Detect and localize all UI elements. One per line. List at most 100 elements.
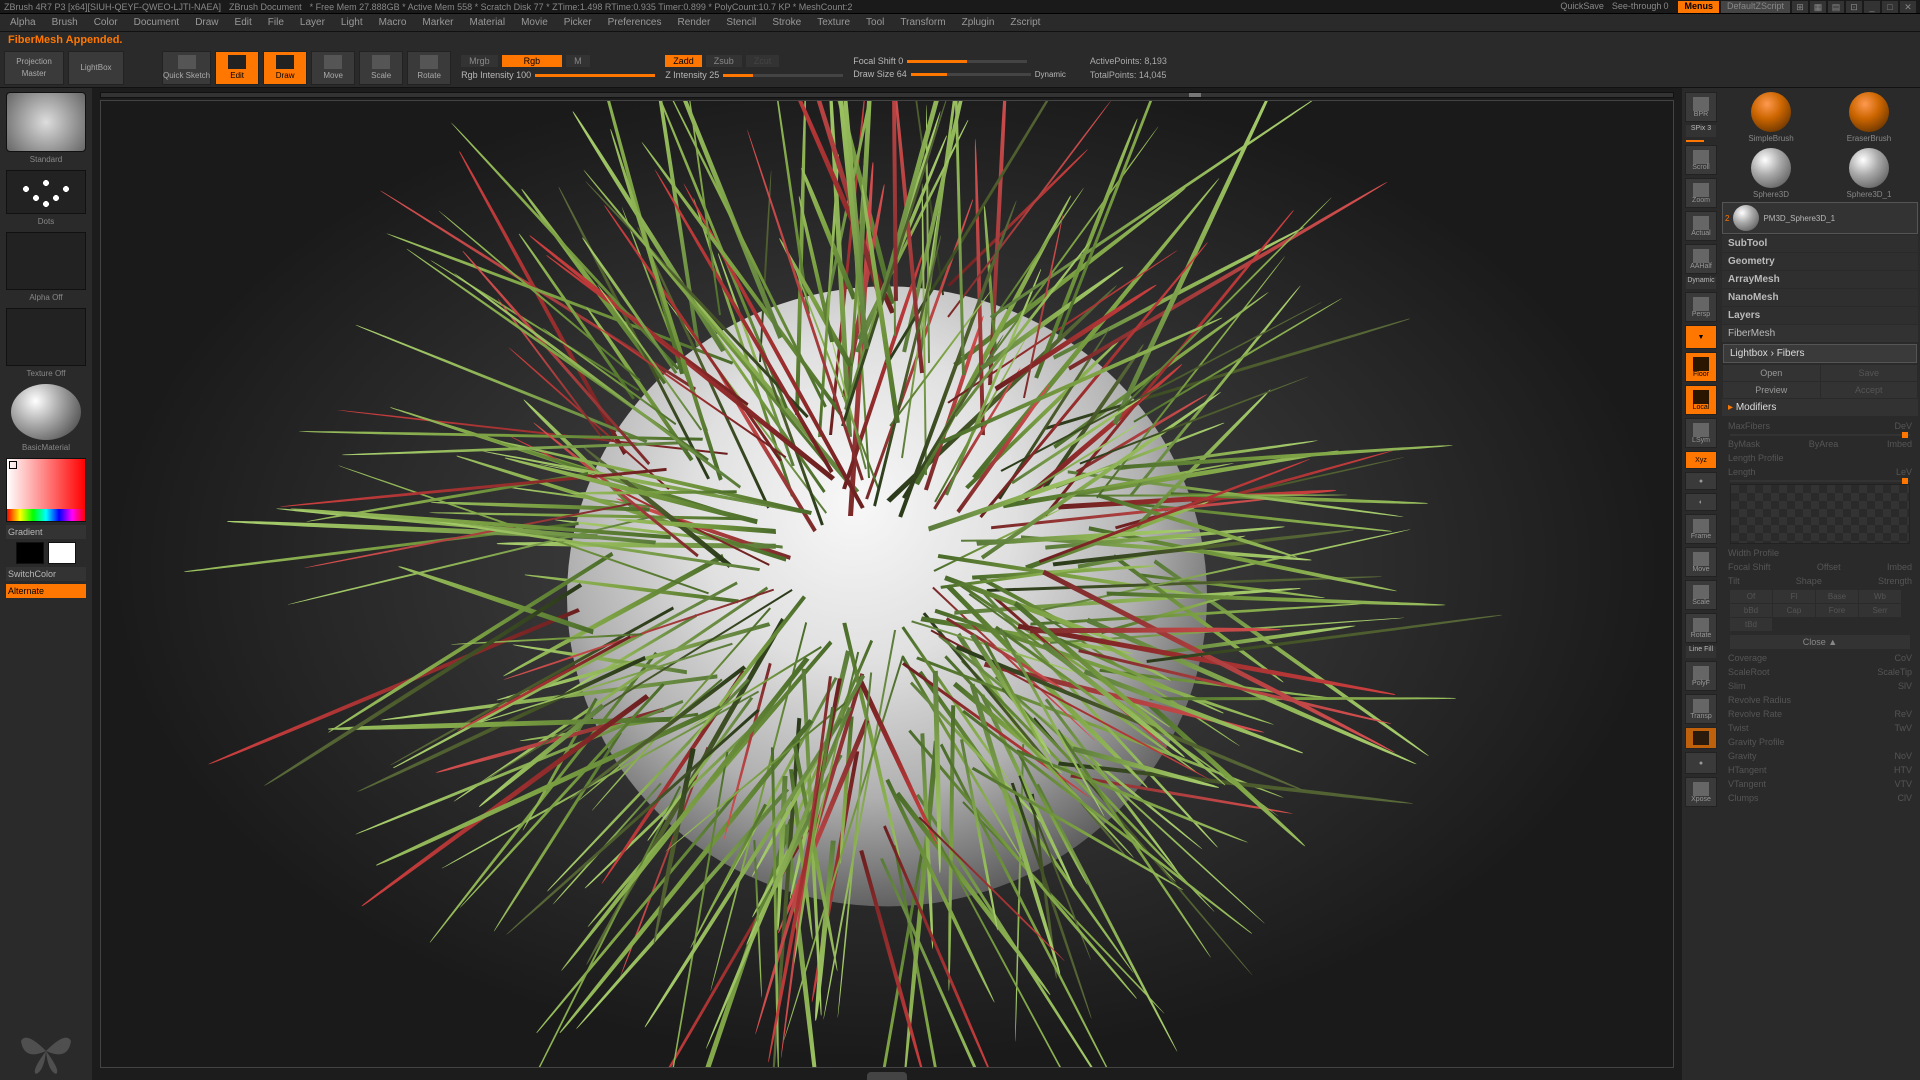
move-button-r[interactable]: Move bbox=[1685, 547, 1717, 577]
menu-zscript[interactable]: Zscript bbox=[1004, 17, 1046, 28]
accept-button[interactable]: Accept bbox=[1821, 382, 1918, 398]
zadd-button[interactable]: Zadd bbox=[665, 55, 702, 67]
scale-button-r[interactable]: Scale bbox=[1685, 580, 1717, 610]
zsub-button[interactable]: Zsub bbox=[706, 55, 742, 67]
texture-thumb[interactable] bbox=[6, 308, 86, 366]
menu-layer[interactable]: Layer bbox=[294, 17, 331, 28]
menu-stencil[interactable]: Stencil bbox=[720, 17, 762, 28]
eraserbrush-thumb[interactable]: EraserBrush bbox=[1841, 92, 1897, 143]
fill-button[interactable]: ◐ bbox=[1685, 493, 1717, 511]
sphere3d-thumb[interactable]: Sphere3D bbox=[1743, 148, 1799, 199]
cfg3-icon[interactable]: ▤ bbox=[1828, 1, 1844, 13]
lightbox-fibers-button[interactable]: Lightbox › Fibers bbox=[1723, 344, 1917, 363]
section-fibermesh[interactable]: FiberMesh bbox=[1722, 325, 1918, 342]
quicksave-button[interactable]: QuickSave bbox=[1554, 1, 1610, 13]
cfg1-icon[interactable]: ⊞ bbox=[1792, 1, 1808, 13]
maxfibers-slider[interactable] bbox=[1730, 434, 1910, 436]
zoom-button[interactable]: Zoom bbox=[1685, 178, 1717, 208]
gradient-button[interactable]: Gradient bbox=[6, 525, 86, 539]
menu-macro[interactable]: Macro bbox=[373, 17, 413, 28]
dot-button[interactable]: ● bbox=[1685, 472, 1717, 490]
menu-material[interactable]: Material bbox=[464, 17, 512, 28]
cap-btn[interactable]: Cap bbox=[1773, 604, 1815, 617]
menu-render[interactable]: Render bbox=[672, 17, 717, 28]
length-slider[interactable] bbox=[1730, 480, 1910, 482]
quick-sketch-button[interactable]: Quick Sketch bbox=[162, 51, 211, 85]
menu-stroke[interactable]: Stroke bbox=[766, 17, 807, 28]
menu-preferences[interactable]: Preferences bbox=[602, 17, 668, 28]
save-button[interactable]: Save bbox=[1821, 365, 1918, 381]
rgb-intensity-slider[interactable] bbox=[535, 74, 655, 77]
sphere3d1-thumb[interactable]: Sphere3D_1 bbox=[1841, 148, 1897, 199]
draw-size-slider[interactable] bbox=[911, 73, 1031, 76]
menu-alpha[interactable]: Alpha bbox=[4, 17, 42, 28]
menu-brush[interactable]: Brush bbox=[46, 17, 84, 28]
menu-movie[interactable]: Movie bbox=[515, 17, 554, 28]
switchcolor-button[interactable]: SwitchColor bbox=[6, 567, 86, 581]
brush-thumb[interactable] bbox=[6, 92, 86, 152]
lightbox-button[interactable]: LightBox bbox=[68, 51, 124, 85]
aahalf-button[interactable]: AAHalf bbox=[1685, 244, 1717, 274]
fore-btn[interactable]: Fore bbox=[1816, 604, 1858, 617]
alternate-button[interactable]: Alternate bbox=[6, 584, 86, 598]
close-button[interactable]: Close ▲ bbox=[1730, 635, 1910, 649]
rotate-button-r[interactable]: Rotate bbox=[1685, 613, 1717, 643]
transp-button[interactable]: Transp bbox=[1685, 694, 1717, 724]
move-button[interactable]: Move bbox=[311, 51, 355, 85]
xpose-button[interactable]: Xpose bbox=[1685, 777, 1717, 807]
timeline-ruler[interactable] bbox=[100, 92, 1674, 98]
scroll-button[interactable]: Scroll bbox=[1685, 145, 1717, 175]
arrow-down-button[interactable]: ▼ bbox=[1685, 325, 1717, 349]
menu-transform[interactable]: Transform bbox=[894, 17, 951, 28]
tbd-btn[interactable]: tBd bbox=[1730, 618, 1772, 631]
local-button[interactable]: Local bbox=[1685, 385, 1717, 415]
solo-button[interactable]: ● bbox=[1685, 752, 1717, 774]
zcut-button[interactable]: Zcut bbox=[746, 55, 780, 67]
seethrough-value[interactable]: 0 bbox=[1663, 1, 1668, 13]
floor-button[interactable]: Floor bbox=[1685, 352, 1717, 382]
cfg4-icon[interactable]: ⊡ bbox=[1846, 1, 1862, 13]
active-subtool[interactable]: 2 PM3D_Sphere3D_1 bbox=[1722, 202, 1918, 234]
ruler-marker[interactable] bbox=[1189, 93, 1201, 97]
xyz-button[interactable]: Xyz bbox=[1685, 451, 1717, 469]
maximize-icon[interactable]: □ bbox=[1882, 1, 1898, 13]
menu-texture[interactable]: Texture bbox=[811, 17, 856, 28]
open-button[interactable]: Open bbox=[1723, 365, 1820, 381]
menu-zplugin[interactable]: Zplugin bbox=[956, 17, 1001, 28]
primary-color-swatch[interactable] bbox=[48, 542, 76, 564]
edit-button[interactable]: Edit bbox=[215, 51, 259, 85]
length-curve[interactable] bbox=[1730, 484, 1910, 544]
stroke-thumb[interactable] bbox=[6, 170, 86, 214]
menu-light[interactable]: Light bbox=[335, 17, 369, 28]
fl-btn[interactable]: Fl bbox=[1773, 590, 1815, 603]
hue-strip[interactable] bbox=[7, 509, 85, 521]
section-layers[interactable]: Layers bbox=[1722, 307, 1918, 324]
spix-slider[interactable]: SPix 3 bbox=[1686, 125, 1716, 137]
persp-button[interactable]: Persp bbox=[1685, 292, 1717, 322]
bbd-btn[interactable]: bBd bbox=[1730, 604, 1772, 617]
simplebrush-thumb[interactable]: SimpleBrush bbox=[1743, 92, 1799, 143]
rotate-button[interactable]: Rotate bbox=[407, 51, 451, 85]
secondary-color-swatch[interactable] bbox=[16, 542, 44, 564]
script-button[interactable]: DefaultZScript bbox=[1721, 1, 1790, 13]
m-button[interactable]: M bbox=[566, 55, 590, 67]
wb-btn[interactable]: Wb bbox=[1859, 590, 1901, 603]
frame-button[interactable]: Frame bbox=[1685, 514, 1717, 544]
draw-button[interactable]: Draw bbox=[263, 51, 307, 85]
section-arraymesh[interactable]: ArrayMesh bbox=[1722, 271, 1918, 288]
lsym-button[interactable]: LSym bbox=[1685, 418, 1717, 448]
menu-color[interactable]: Color bbox=[88, 17, 124, 28]
close-icon[interactable]: ✕ bbox=[1900, 1, 1916, 13]
ghost-button[interactable] bbox=[1685, 727, 1717, 749]
viewport[interactable] bbox=[100, 100, 1674, 1068]
color-picker[interactable] bbox=[6, 458, 86, 522]
menu-file[interactable]: File bbox=[262, 17, 290, 28]
bpr-button[interactable]: BPR bbox=[1685, 92, 1717, 122]
section-geometry[interactable]: Geometry bbox=[1722, 253, 1918, 270]
z-intensity-slider[interactable] bbox=[723, 74, 843, 77]
actual-button[interactable]: Actual bbox=[1685, 211, 1717, 241]
cfg2-icon[interactable]: ▦ bbox=[1810, 1, 1826, 13]
polyf-button[interactable]: PolyF bbox=[1685, 661, 1717, 691]
rgb-button[interactable]: Rgb bbox=[502, 55, 563, 67]
section-subtool[interactable]: SubTool bbox=[1722, 235, 1918, 252]
